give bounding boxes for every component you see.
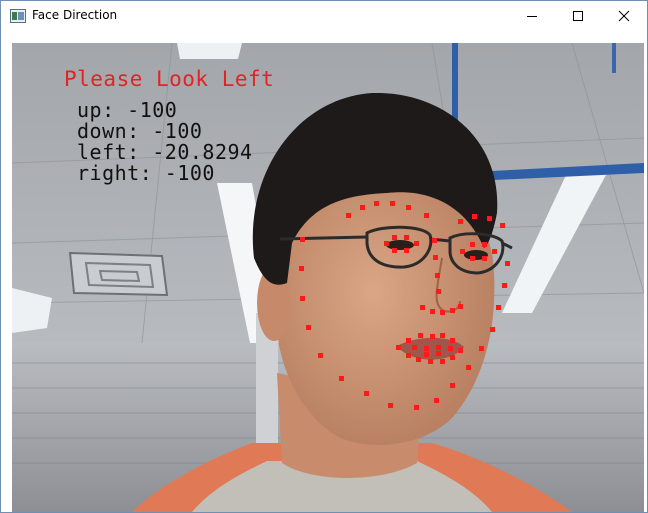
maximize-icon <box>573 11 583 21</box>
direction-prompt: Please Look Left <box>64 67 275 91</box>
app-icon <box>10 9 26 23</box>
close-icon <box>618 10 630 22</box>
camera-view: Please Look Left up: -100 down: -100 lef… <box>12 43 644 512</box>
app-window: Face Direction Please Look Left up: -100… <box>0 0 648 513</box>
window-title: Face Direction <box>32 8 118 22</box>
maximize-button[interactable] <box>555 1 601 31</box>
minimize-icon <box>527 16 537 17</box>
minimize-button[interactable] <box>509 1 555 31</box>
title-bar[interactable]: Face Direction <box>1 1 647 31</box>
reading-right: right: -100 <box>77 161 215 185</box>
close-button[interactable] <box>601 1 647 31</box>
